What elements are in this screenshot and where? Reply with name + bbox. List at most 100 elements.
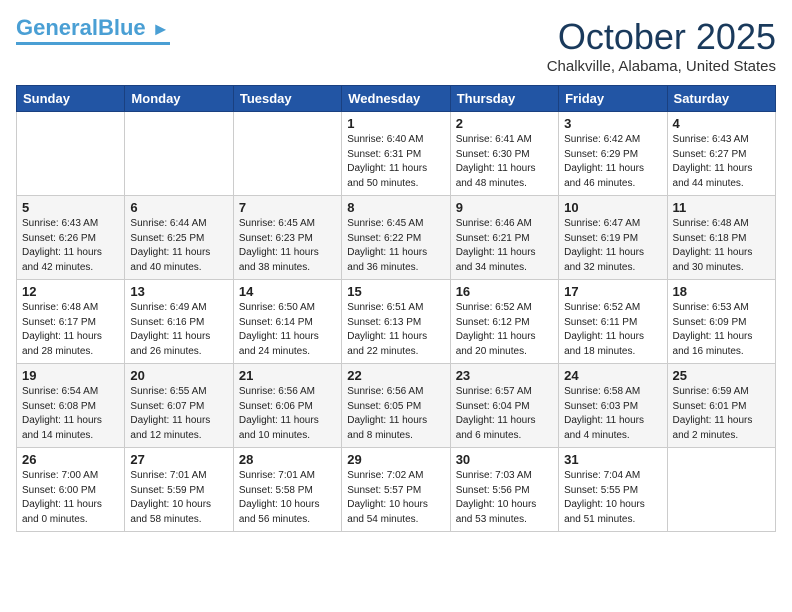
daylight-text: Daylight: 11 hours and 6 minutes. [456,415,536,441]
table-row: 22Sunrise: 6:56 AMSunset: 6:05 PMDayligh… [342,364,450,448]
logo: GeneralBlue ► [16,16,170,45]
day-info: Sunrise: 6:40 AMSunset: 6:31 PMDaylight:… [347,133,444,191]
table-row: 3Sunrise: 6:42 AMSunset: 6:29 PMDaylight… [559,112,667,196]
sunrise-text: Sunrise: 6:58 AM [564,386,640,397]
sunset-text: Sunset: 6:19 PM [564,233,638,244]
sunset-text: Sunset: 5:56 PM [456,485,530,496]
day-info: Sunrise: 7:01 AMSunset: 5:58 PMDaylight:… [239,469,336,527]
sunrise-text: Sunrise: 6:53 AM [673,302,749,313]
sunrise-text: Sunrise: 6:54 AM [22,386,98,397]
day-number: 8 [347,200,444,215]
day-number: 29 [347,452,444,467]
day-number: 11 [673,200,770,215]
day-number: 31 [564,452,661,467]
sunset-text: Sunset: 6:27 PM [673,149,747,160]
calendar-week-1: 1 Sunrise: 6:40 AMSunset: 6:31 PMDaylight… [17,112,776,196]
sunrise-text: Sunrise: 6:50 AM [239,302,315,313]
sunset-text: Sunset: 6:13 PM [347,317,421,328]
day-info: Sunrise: 6:57 AMSunset: 6:04 PMDaylight:… [456,385,553,443]
sunset-text: Sunset: 6:17 PM [22,317,96,328]
day-info: Sunrise: 6:49 AMSunset: 6:16 PMDaylight:… [130,301,227,359]
sunrise-text: Sunrise: 6:43 AM [673,134,749,145]
table-row: 2Sunrise: 6:41 AMSunset: 6:30 PMDaylight… [450,112,558,196]
sunset-text: Sunset: 6:23 PM [239,233,313,244]
sunrise-text: Sunrise: 6:55 AM [130,386,206,397]
daylight-text: Daylight: 11 hours and 50 minutes. [347,163,427,189]
daylight-text: Daylight: 11 hours and 40 minutes. [130,247,210,273]
day-info: Sunrise: 6:44 AMSunset: 6:25 PMDaylight:… [130,217,227,275]
sunset-text: Sunset: 6:31 PM [347,149,421,160]
sunrise-text: Sunrise: 6:45 AM [347,218,423,229]
sunrise-text: Sunrise: 6:44 AM [130,218,206,229]
daylight-text: Daylight: 11 hours and 46 minutes. [564,163,644,189]
table-row: 13Sunrise: 6:49 AMSunset: 6:16 PMDayligh… [125,280,233,364]
day-number: 20 [130,368,227,383]
sunset-text: Sunset: 6:14 PM [239,317,313,328]
day-number: 26 [22,452,119,467]
table-row: 24Sunrise: 6:58 AMSunset: 6:03 PMDayligh… [559,364,667,448]
sunrise-text: Sunrise: 6:56 AM [347,386,423,397]
sunrise-text: Sunrise: 7:02 AM [347,470,423,481]
sunset-text: Sunset: 5:55 PM [564,485,638,496]
day-info: Sunrise: 7:04 AMSunset: 5:55 PMDaylight:… [564,469,661,527]
day-info: Sunrise: 6:42 AMSunset: 6:29 PMDaylight:… [564,133,661,191]
day-number: 9 [456,200,553,215]
sunrise-text: Sunrise: 6:59 AM [673,386,749,397]
day-info: Sunrise: 6:55 AM Sunset: 6:07 PM Daylight:… [130,385,227,443]
table-row [233,112,341,196]
daylight-text: Daylight: 10 hours and 56 minutes. [239,499,320,525]
daylight-text: Daylight: 11 hours and 16 minutes. [673,331,753,357]
daylight-text: Daylight: 11 hours and 2 minutes. [673,415,753,441]
day-info: Sunrise: 7:03 AMSunset: 5:56 PMDaylight:… [456,469,553,527]
sunset-text: Sunset: 6:08 PM [22,401,96,412]
sunrise-text: Sunrise: 6:43 AM [22,218,98,229]
sunrise-text: Sunrise: 6:49 AM [130,302,206,313]
table-row: 26Sunrise: 7:00 AMSunset: 6:00 PMDayligh… [17,448,125,532]
day-number: 23 [456,368,553,383]
table-row: 12Sunrise: 6:48 AMSunset: 6:17 PMDayligh… [17,280,125,364]
sunset-text: Sunset: 5:57 PM [347,485,421,496]
day-info: Sunrise: 7:01 AMSunset: 5:59 PMDaylight:… [130,469,227,527]
sunset-text: Sunset: 6:07 PM [130,401,204,412]
day-info: Sunrise: 6:54 AMSunset: 6:08 PMDaylight:… [22,385,119,443]
daylight-text: Daylight: 11 hours and 20 minutes. [456,331,536,357]
day-info: Sunrise: 6:56 AMSunset: 6:06 PMDaylight:… [239,385,336,443]
day-info: Sunrise: 6:50 AMSunset: 6:14 PMDaylight:… [239,301,336,359]
header-friday: Friday [559,86,667,112]
day-number: 6 [130,200,227,215]
sunrise-text: Sunrise: 6:45 AM [239,218,315,229]
day-number: 30 [456,452,553,467]
daylight-text: Daylight: 11 hours and 28 minutes. [22,331,102,357]
table-row: 16Sunrise: 6:52 AMSunset: 6:12 PMDayligh… [450,280,558,364]
sunrise-text: Sunrise: 6:48 AM [22,302,98,313]
daylight-text: Daylight: 11 hours and 36 minutes. [347,247,427,273]
table-row: 28Sunrise: 7:01 AMSunset: 5:58 PMDayligh… [233,448,341,532]
daylight-text: Daylight: 11 hours and 26 minutes. [130,331,210,357]
sunset-text: Sunset: 6:01 PM [673,401,747,412]
daylight-text: Daylight: 11 hours and 10 minutes. [239,415,319,441]
daylight-text: Daylight: 11 hours and 12 minutes. [130,415,210,441]
logo-bird-icon: ► [152,20,170,40]
calendar-week-2: 5Sunrise: 6:43 AMSunset: 6:26 PMDaylight… [17,196,776,280]
day-info: Sunrise: 6:52 AMSunset: 6:12 PMDaylight:… [456,301,553,359]
sunrise-text: Sunrise: 6:46 AM [456,218,532,229]
table-row: 25Sunrise: 6:59 AMSunset: 6:01 PMDayligh… [667,364,775,448]
sunset-text: Sunset: 6:04 PM [456,401,530,412]
daylight-text: Daylight: 10 hours and 54 minutes. [347,499,428,525]
day-info: Sunrise: 6:48 AMSunset: 6:18 PMDaylight:… [673,217,770,275]
sunset-text: Sunset: 6:00 PM [22,485,96,496]
sunrise-text: Sunrise: 7:01 AM [130,470,206,481]
day-number: 14 [239,284,336,299]
day-info: Sunrise: 6:45 AMSunset: 6:22 PMDaylight:… [347,217,444,275]
daylight-text: Daylight: 11 hours and 0 minutes. [22,499,102,525]
day-info: Sunrise: 6:47 AMSunset: 6:19 PMDaylight:… [564,217,661,275]
day-number: 1 [347,116,444,131]
month-title: October 2025 [547,16,776,58]
sunset-text: Sunset: 6:18 PM [673,233,747,244]
calendar-week-5: 26Sunrise: 7:00 AMSunset: 6:00 PMDayligh… [17,448,776,532]
table-row: 1 Sunrise: 6:40 AMSunset: 6:31 PMDaylight… [342,112,450,196]
sunrise-text: Sunrise: 6:52 AM [456,302,532,313]
sunrise-text: Sunrise: 6:41 AM [456,134,532,145]
daylight-text: Daylight: 11 hours and 30 minutes. [673,247,753,273]
location-text: Chalkville, Alabama, United States [547,58,776,75]
